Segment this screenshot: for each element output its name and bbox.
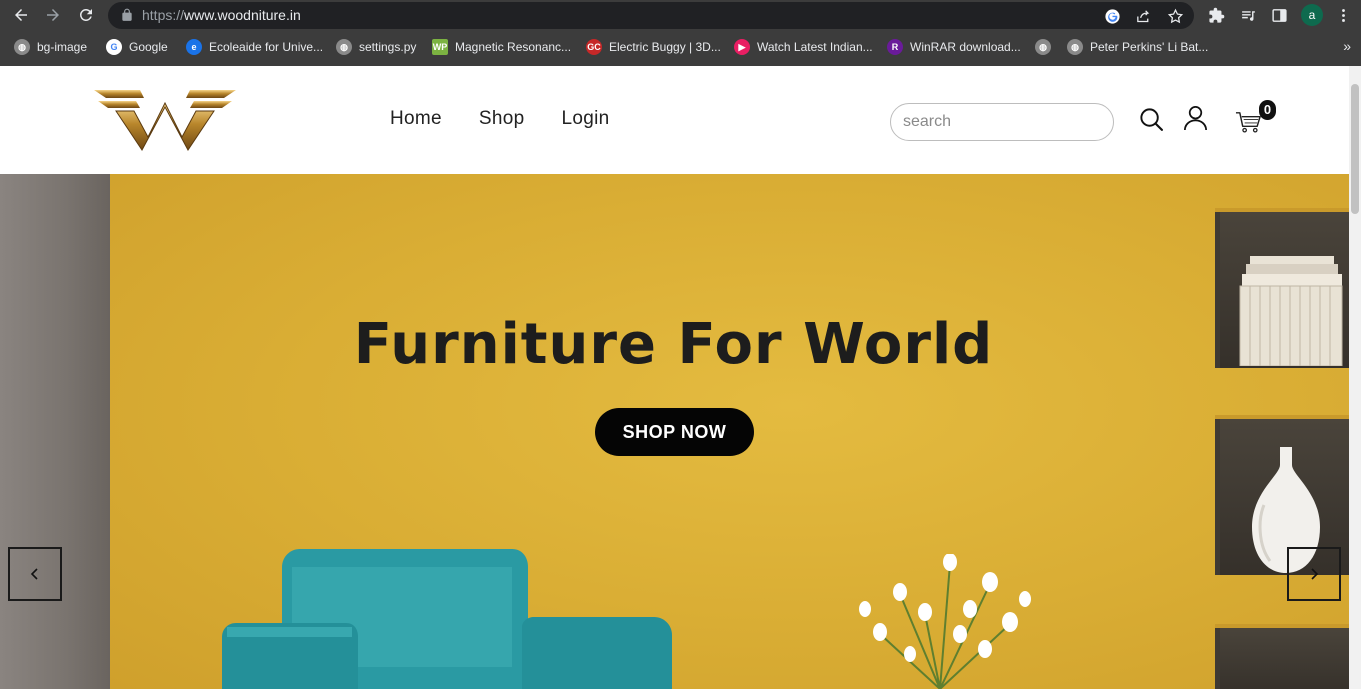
hero-title: Furniture For World <box>353 312 994 377</box>
bookmark-label: WinRAR download... <box>910 40 1021 54</box>
bookmark-item[interactable]: e Ecoleaide for Unive... <box>186 38 323 56</box>
globe-icon: ◍ <box>1067 39 1083 55</box>
globe-icon: ◍ <box>1035 39 1051 55</box>
bookmark-item[interactable]: R WinRAR download... <box>887 38 1021 56</box>
bookmark-item[interactable]: ◍ settings.py <box>336 38 416 56</box>
kebab-menu-icon <box>1341 8 1345 22</box>
page-scrollbar[interactable] <box>1349 66 1361 689</box>
address-bar[interactable]: https://www.woodniture.in <box>108 2 1194 29</box>
bookmark-item[interactable]: ◍ Peter Perkins' Li Bat... <box>1067 38 1208 56</box>
bookmarks-bar: ◍ bg-image G Google e Ecoleaide for Unive... ◍… <box>0 33 1361 61</box>
globe-icon: ◍ <box>336 39 352 55</box>
reload-icon <box>79 8 92 21</box>
bookmark-label: Watch Latest Indian... <box>757 40 873 54</box>
reload-button[interactable] <box>74 4 98 26</box>
url-text: https://www.woodniture.in <box>142 7 301 23</box>
bookmark-item[interactable]: G Google <box>106 38 168 56</box>
hero-carousel: Furniture For World SHOP NOW <box>0 174 1349 689</box>
back-button[interactable] <box>9 4 33 26</box>
ecoleaide-icon: e <box>186 39 202 55</box>
white-flowers-image <box>859 554 1031 689</box>
nav-login[interactable]: Login <box>561 108 609 130</box>
search-button[interactable] <box>1137 104 1165 134</box>
woodniture-logo[interactable] <box>92 87 238 153</box>
lock-icon <box>122 8 132 21</box>
bookmark-label: Peter Perkins' Li Bat... <box>1090 40 1209 54</box>
google-icon: G <box>106 39 122 55</box>
bookmark-star-button[interactable] <box>1165 6 1185 26</box>
google-icon <box>1104 8 1120 24</box>
wall-shelf-bottom <box>1215 624 1349 689</box>
forward-button[interactable] <box>41 4 65 26</box>
reading-list-button[interactable] <box>1238 5 1258 25</box>
search-input[interactable] <box>890 103 1114 141</box>
bookmark-label: settings.py <box>359 40 417 54</box>
cart-icon <box>1235 111 1261 133</box>
url-host: www.woodniture.in <box>184 7 301 23</box>
carousel-next-button[interactable] <box>1287 547 1341 601</box>
wp-icon: WP <box>432 39 448 55</box>
arrow-left-icon <box>15 9 27 21</box>
extensions-button[interactable] <box>1206 5 1226 25</box>
carousel-prev-button[interactable] <box>8 547 62 601</box>
user-icon <box>1183 105 1207 130</box>
share-button[interactable] <box>1133 6 1153 26</box>
nav-home[interactable]: Home <box>390 108 442 130</box>
bookmark-label: Ecoleaide for Unive... <box>209 40 324 54</box>
share-icon <box>1136 9 1149 22</box>
browser-menu-button[interactable] <box>1333 5 1353 25</box>
star-icon <box>1167 8 1183 23</box>
more-bookmarks-button[interactable]: » <box>1343 38 1351 54</box>
bookmark-label: Magnetic Resonanc... <box>455 40 572 54</box>
nav-shop[interactable]: Shop <box>479 108 525 130</box>
arrow-right-icon <box>47 9 59 21</box>
puzzle-icon <box>1208 7 1224 23</box>
url-scheme: https:// <box>142 7 185 23</box>
bookmark-label: bg-image <box>37 40 88 54</box>
shop-now-button[interactable]: SHOP NOW <box>595 408 754 456</box>
profile-avatar[interactable]: a <box>1301 4 1323 26</box>
teal-armchair-image <box>222 549 672 689</box>
bookmark-item[interactable]: ◍ bg-image <box>14 38 87 56</box>
side-panel-icon <box>1271 8 1287 22</box>
search-icon <box>1139 107 1163 131</box>
browser-chrome: https://www.woodniture.in a ◍ bg-image G Go… <box>0 0 1361 66</box>
bookmark-label: Electric Buggy | 3D... <box>609 40 721 54</box>
bookmark-item[interactable]: GC Electric Buggy | 3D... <box>586 38 721 56</box>
cart-button[interactable] <box>1234 106 1262 136</box>
tv-icon: ▶ <box>734 39 750 55</box>
bookmark-label: Google <box>129 40 168 54</box>
bookmark-item[interactable]: ◍ <box>1035 38 1051 56</box>
google-lens-button[interactable] <box>1102 6 1122 26</box>
gc-icon: GC <box>586 39 602 55</box>
site-header: Home Shop Login 0 <box>0 66 1349 174</box>
side-panel-button[interactable] <box>1269 5 1289 25</box>
cart-count-badge: 0 <box>1259 100 1276 120</box>
globe-icon: ◍ <box>14 39 30 55</box>
bookmark-item[interactable]: WP Magnetic Resonanc... <box>432 38 571 56</box>
hero-side-wall <box>0 174 110 689</box>
page-viewport: Home Shop Login 0 <box>0 66 1349 689</box>
browser-toolbar: https://www.woodniture.in a <box>0 0 1361 31</box>
main-nav: Home Shop Login <box>390 108 609 130</box>
chevron-right-icon <box>1311 568 1319 580</box>
scrollbar-thumb[interactable] <box>1351 84 1359 214</box>
bookmark-item[interactable]: ▶ Watch Latest Indian... <box>734 38 873 56</box>
winrar-icon: R <box>887 39 903 55</box>
account-button[interactable] <box>1181 102 1209 132</box>
playlist-icon <box>1241 10 1255 21</box>
chevron-left-icon <box>30 568 38 580</box>
